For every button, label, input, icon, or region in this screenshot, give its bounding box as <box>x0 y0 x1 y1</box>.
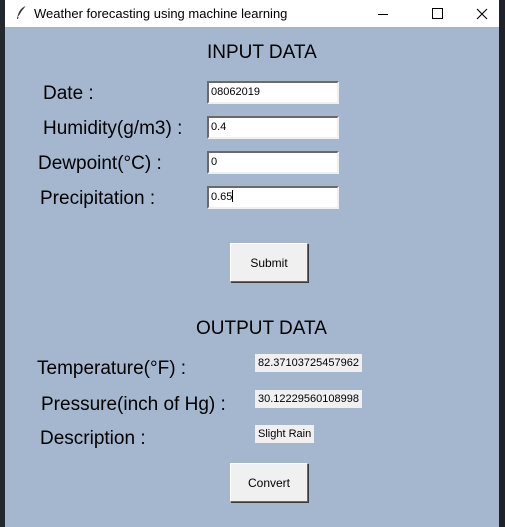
minimize-button[interactable] <box>360 0 406 27</box>
feather-icon <box>17 5 27 19</box>
dewpoint-label: Dewpoint(°C) : <box>38 153 162 174</box>
output-data-heading: OUTPUT DATA <box>196 318 327 339</box>
app-window: Weather forecasting using machine learni… <box>5 0 499 527</box>
humidity-input[interactable]: 0.4 <box>207 116 339 139</box>
minimize-icon <box>378 14 388 15</box>
date-label: Date : <box>43 83 94 104</box>
precipitation-input[interactable]: 0.65 <box>207 186 339 209</box>
pressure-label: Pressure(inch of Hg) : <box>41 394 226 415</box>
dewpoint-input[interactable]: 0 <box>207 151 339 174</box>
window-title: Weather forecasting using machine learni… <box>34 6 288 21</box>
description-label: Description : <box>40 428 146 449</box>
title-bar[interactable]: Weather forecasting using machine learni… <box>5 0 499 27</box>
humidity-label: Humidity(g/m3) : <box>43 118 183 139</box>
maximize-button[interactable] <box>414 0 460 27</box>
input-data-heading: INPUT DATA <box>207 42 317 63</box>
desktop-background-right <box>498 0 505 527</box>
precipitation-label: Precipitation : <box>40 188 156 209</box>
close-button[interactable] <box>459 0 505 27</box>
submit-button[interactable]: Submit <box>230 243 308 282</box>
convert-button[interactable]: Convert <box>230 463 308 502</box>
precipitation-input-value: 0.65 <box>211 191 233 203</box>
close-icon <box>476 8 488 19</box>
temperature-label: Temperature(°F) : <box>37 358 187 379</box>
maximize-icon <box>431 8 443 19</box>
temperature-value: 82.37103725457962 <box>255 354 362 372</box>
date-input[interactable]: 08062019 <box>207 81 339 104</box>
description-value: Slight Rain <box>255 425 315 443</box>
pressure-value: 30.12229560108998 <box>255 390 362 408</box>
